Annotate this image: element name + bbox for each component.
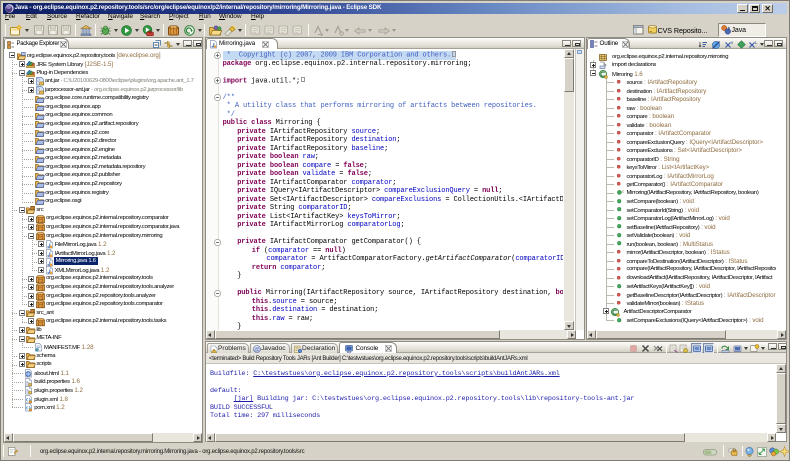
svg-text:@: @ (254, 347, 260, 353)
svg-text:c: c (622, 189, 624, 194)
